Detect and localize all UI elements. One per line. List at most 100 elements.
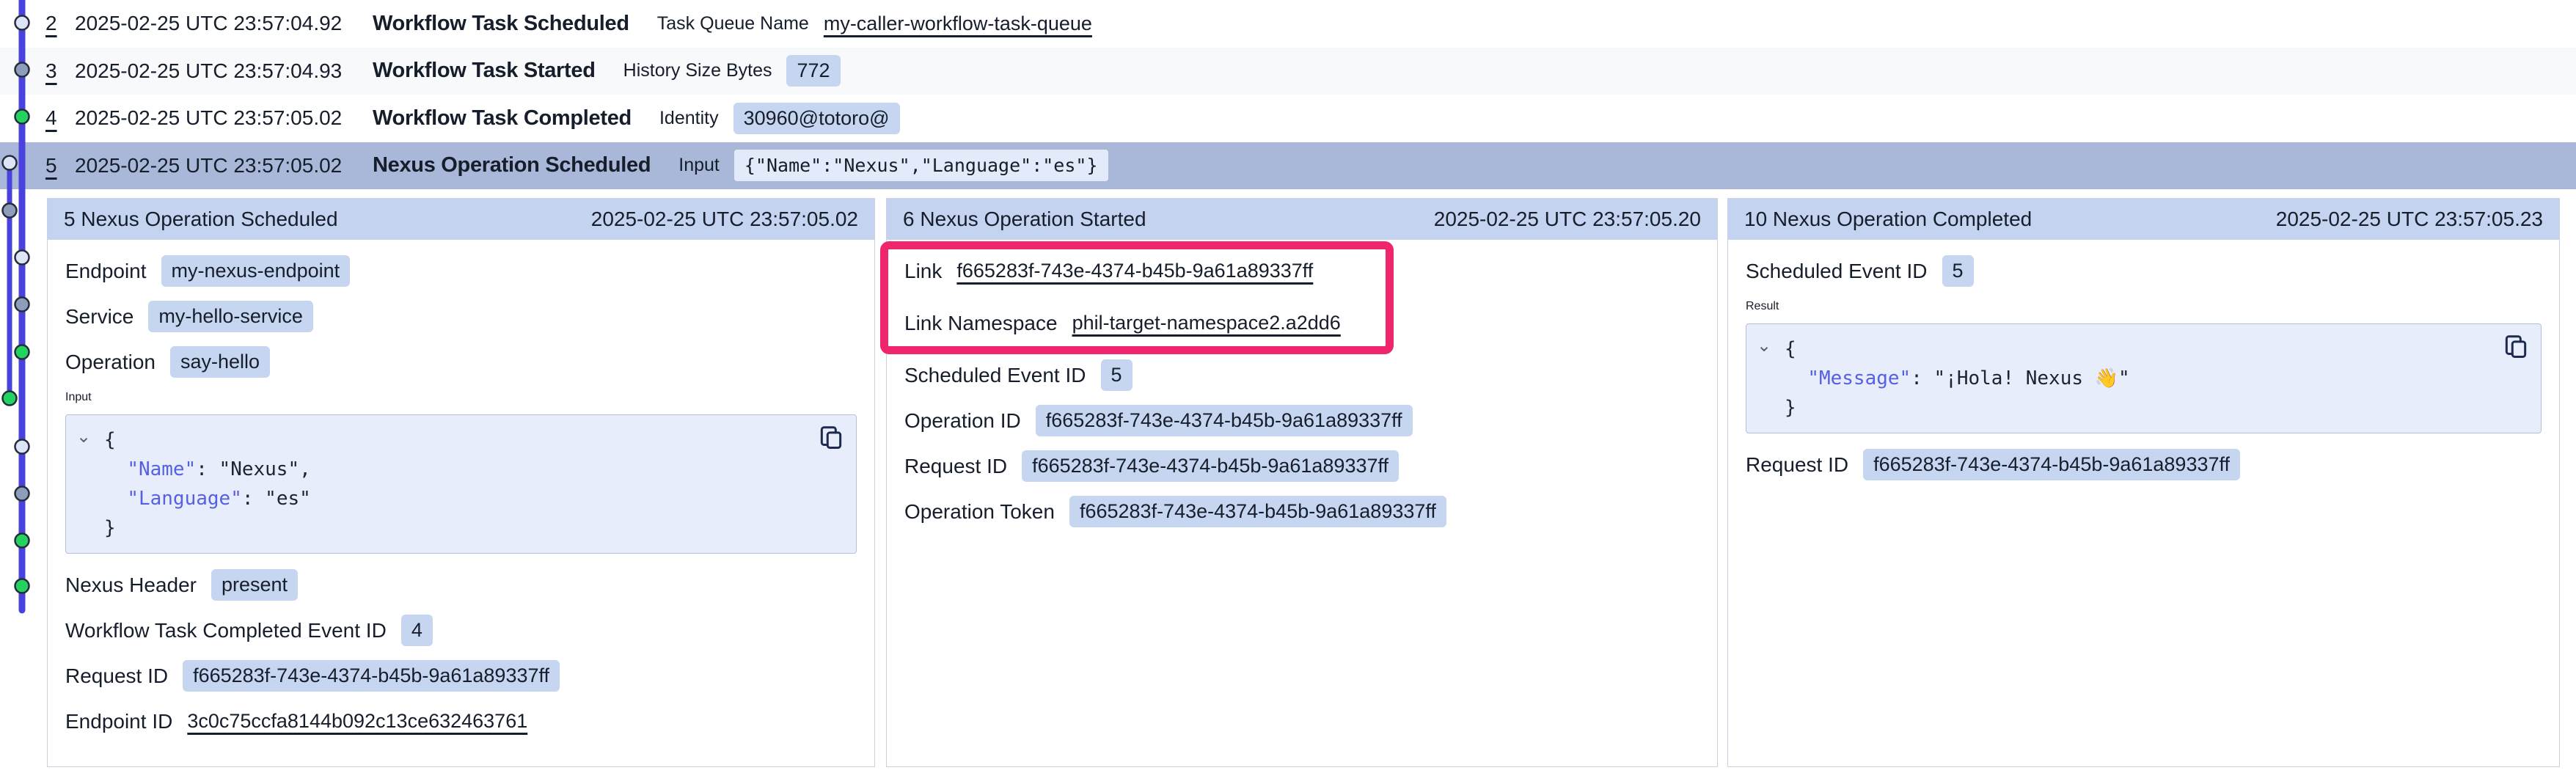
timeline-node-gray (15, 487, 29, 501)
detail-value-chip: my-nexus-endpoint (161, 255, 351, 287)
detail-row: Nexus Header present (65, 568, 857, 601)
panel-body: Scheduled Event ID 5 Result ⌄ { "Message… (1728, 240, 2559, 508)
event-timestamp: 2025-02-25 UTC 23:57:05.02 (75, 106, 373, 130)
detail-value-chip: 4 (401, 615, 433, 646)
detail-value-link[interactable]: 3c0c75ccfa8144b092c13ce632463761 (187, 710, 527, 733)
panel-body: Endpoint my-nexus-endpoint Service my-he… (48, 240, 874, 772)
panel-timestamp: 2025-02-25 UTC 23:57:05.23 (2276, 208, 2543, 231)
event-attribute-value: 30960@totoro@ (733, 103, 900, 134)
panel-body: Link f665283f-743e-4374-b45b-9a61a89337f… (887, 240, 1717, 555)
detail-label: Service (65, 305, 133, 329)
detail-value-chip: f665283f-743e-4374-b45b-9a61a89337ff (1022, 450, 1399, 482)
detail-row: Link f665283f-743e-4374-b45b-9a61a89337f… (904, 254, 1699, 287)
detail-label: Nexus Header (65, 574, 197, 597)
event-timestamp: 2025-02-25 UTC 23:57:04.92 (75, 12, 373, 35)
event-attribute-value: {"Name":"Nexus","Language":"es"} (734, 150, 1108, 181)
event-row[interactable]: 5 2025-02-25 UTC 23:57:05.02 Nexus Opera… (0, 142, 2576, 190)
panel-header: 5 Nexus Operation Scheduled 2025-02-25 U… (48, 199, 874, 240)
timeline-node-light (15, 251, 29, 265)
timeline-node-gray (15, 63, 29, 77)
detail-value-chip: f665283f-743e-4374-b45b-9a61a89337ff (1863, 449, 2240, 480)
panel-timestamp: 2025-02-25 UTC 23:57:05.20 (1434, 208, 1701, 231)
detail-label: Operation (65, 351, 155, 374)
event-attribute-link[interactable]: my-caller-workflow-task-queue (824, 12, 1092, 35)
detail-row: Service my-hello-service (65, 300, 857, 333)
detail-label: Workflow Task Completed Event ID (65, 619, 387, 642)
detail-row: Scheduled Event ID 5 (904, 359, 1699, 392)
detail-row: Workflow Task Completed Event ID 4 (65, 614, 857, 647)
event-row[interactable]: 3 2025-02-25 UTC 23:57:04.93 Workflow Ta… (0, 48, 2576, 95)
event-type: Workflow Task Started (373, 59, 596, 83)
timeline-node-gray (15, 298, 29, 312)
event-attribute-label: History Size Bytes (623, 60, 772, 81)
event-attribute-label: Task Queue Name (657, 13, 809, 34)
json-key: "Name" (127, 458, 196, 480)
copy-icon (2502, 333, 2530, 361)
copy-icon (817, 424, 845, 452)
collapse-chevron-icon[interactable]: ⌄ (76, 428, 91, 446)
detail-label: Endpoint ID (65, 710, 172, 733)
event-id-link[interactable]: 4 (45, 106, 75, 130)
detail-row: Endpoint ID 3c0c75ccfa8144b092c13ce63246… (65, 705, 857, 738)
detail-row: Request ID f665283f-743e-4374-b45b-9a61a… (1746, 448, 2542, 481)
detail-row: Scheduled Event ID 5 (1746, 254, 2542, 287)
panel-timestamp: 2025-02-25 UTC 23:57:05.02 (591, 208, 858, 231)
timeline-node-light (15, 440, 29, 454)
detail-label: Link Namespace (904, 312, 1058, 335)
panel-title: 5 Nexus Operation Scheduled (64, 208, 338, 231)
json-content: { "Name": "Nexus", "Language": "es" } (104, 425, 841, 543)
detail-value-chip: f665283f-743e-4374-b45b-9a61a89337ff (183, 660, 560, 692)
timeline-node-light (15, 16, 29, 30)
detail-value-chip: present (211, 569, 298, 601)
panel-title: 6 Nexus Operation Started (903, 208, 1146, 231)
detail-value-chip: say-hello (170, 346, 270, 378)
panel-header: 10 Nexus Operation Completed 2025-02-25 … (1728, 199, 2559, 240)
detail-row: Operation say-hello (65, 345, 857, 378)
timeline-node-green (3, 392, 17, 406)
event-attribute-value: 772 (786, 55, 840, 87)
event-row[interactable]: 2 2025-02-25 UTC 23:57:04.92 Workflow Ta… (0, 0, 2576, 48)
detail-row: Operation ID f665283f-743e-4374-b45b-9a6… (904, 404, 1699, 437)
detail-label: Link (904, 260, 942, 283)
event-attribute-label: Input (678, 155, 720, 176)
detail-row: Endpoint my-nexus-endpoint (65, 254, 857, 287)
detail-label: Request ID (904, 455, 1007, 478)
json-key: "Language" (127, 488, 242, 510)
detail-label: Input (65, 391, 857, 404)
collapse-chevron-icon[interactable]: ⌄ (1757, 337, 1771, 355)
detail-code-section: Result ⌄ { "Message": "¡Hola! Nexus 👋" } (1746, 300, 2542, 433)
copy-button[interactable] (2501, 333, 2531, 362)
detail-code-section: Input ⌄ { "Name": "Nexus", "Language": "… (65, 391, 857, 554)
detail-label: Operation Token (904, 500, 1055, 524)
copy-button[interactable] (816, 424, 846, 453)
json-code-block: ⌄ { "Message": "¡Hola! Nexus 👋" } (1746, 323, 2542, 433)
detail-value-link[interactable]: phil-target-namespace2.a2dd6 (1072, 312, 1341, 334)
json-key: "Message" (1807, 367, 1911, 389)
event-type: Workflow Task Scheduled (373, 12, 629, 36)
detail-value-link[interactable]: f665283f-743e-4374-b45b-9a61a89337ff (956, 260, 1313, 282)
json-code-block: ⌄ { "Name": "Nexus", "Language": "es" } (65, 414, 857, 554)
event-type: Workflow Task Completed (373, 106, 632, 131)
event-type: Nexus Operation Scheduled (373, 153, 651, 177)
detail-label: Operation ID (904, 409, 1021, 433)
workflow-timeline (0, 0, 44, 773)
timeline-node-green (15, 579, 29, 593)
event-row[interactable]: 4 2025-02-25 UTC 23:57:05.02 Workflow Ta… (0, 95, 2576, 142)
event-id-link[interactable]: 5 (45, 154, 75, 177)
event-detail-panel: 5 Nexus Operation Scheduled 2025-02-25 U… (47, 198, 875, 767)
detail-value-chip: 5 (1101, 359, 1133, 391)
detail-label: Request ID (1746, 453, 1848, 477)
detail-label: Result (1746, 300, 2542, 313)
timeline-node-green (15, 110, 29, 124)
detail-label: Scheduled Event ID (904, 364, 1086, 387)
event-id-link[interactable]: 3 (45, 59, 75, 83)
detail-row: Request ID f665283f-743e-4374-b45b-9a61a… (904, 450, 1699, 483)
detail-label: Request ID (65, 664, 168, 688)
event-timestamp: 2025-02-25 UTC 23:57:05.02 (75, 154, 373, 177)
json-content: { "Message": "¡Hola! Nexus 👋" } (1785, 334, 2526, 422)
event-id-link[interactable]: 2 (45, 12, 75, 35)
detail-label: Endpoint (65, 260, 147, 283)
detail-value-chip: my-hello-service (148, 301, 313, 332)
event-detail-panel: 6 Nexus Operation Started 2025-02-25 UTC… (886, 198, 1718, 767)
panel-title: 10 Nexus Operation Completed (1744, 208, 2032, 231)
